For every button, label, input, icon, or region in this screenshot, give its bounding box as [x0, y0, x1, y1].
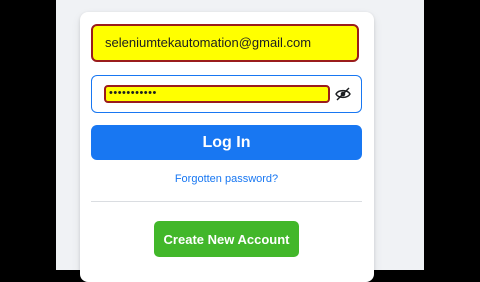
- login-button[interactable]: Log In: [91, 125, 362, 160]
- create-account-button[interactable]: Create New Account: [154, 221, 299, 257]
- divider: [91, 201, 362, 202]
- eye-icon[interactable]: [335, 86, 351, 102]
- password-field-container[interactable]: •••••••••••: [91, 75, 362, 113]
- email-field[interactable]: seleniumtekautomation@gmail.com: [91, 24, 359, 62]
- forgot-password-link[interactable]: Forgotten password?: [91, 173, 362, 185]
- password-field[interactable]: •••••••••••: [104, 85, 330, 103]
